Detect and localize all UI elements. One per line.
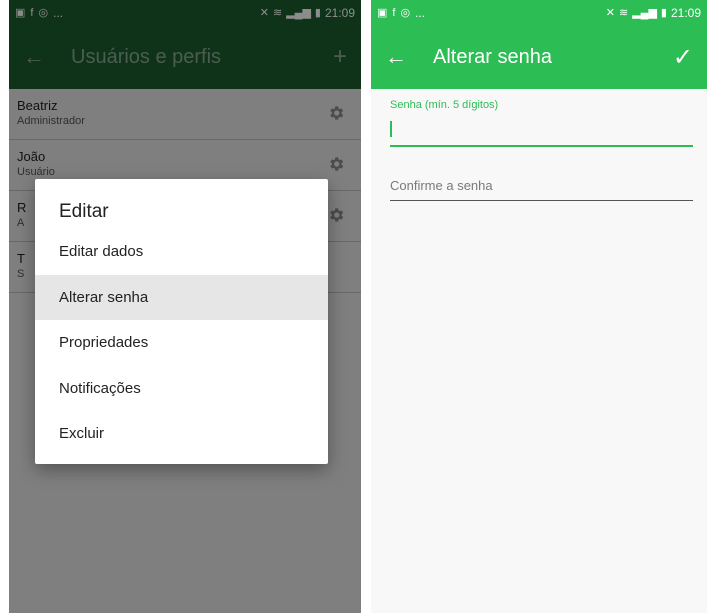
dialog-title: Editar: [59, 201, 109, 222]
status-bar: ▣ f ◎ ... ✕ ≋ ▂▄▆ ▮ 21:09: [371, 0, 707, 25]
confirm-password-field[interactable]: Confirme a senha: [390, 178, 693, 201]
wifi-icon: ≋: [618, 7, 629, 19]
image-notification-icon: ▣: [377, 7, 388, 19]
password-field[interactable]: Senha (mín. 5 dígitos): [390, 99, 693, 147]
mute-icon: ✕: [605, 7, 615, 19]
page-title: Alterar senha: [433, 45, 552, 68]
menu-item-propriedades[interactable]: Propriedades: [35, 320, 328, 366]
arrow-left-icon[interactable]: ←: [385, 44, 421, 70]
check-icon[interactable]: ✓: [673, 43, 693, 72]
signal-icon: ▂▄▆: [632, 7, 657, 19]
password-field-underline: [390, 145, 693, 147]
edit-dialog: Editar Editar dados Alterar senha Propri…: [35, 179, 328, 464]
menu-item-alterar-senha[interactable]: Alterar senha: [35, 274, 328, 320]
more-notifications: ...: [415, 5, 426, 20]
right-screen: ▣ f ◎ ... ✕ ≋ ▂▄▆ ▮ 21:09 ← Alterar senh…: [371, 0, 707, 613]
confirm-password-underline: [390, 200, 693, 201]
confirm-password-placeholder: Confirme a senha: [390, 178, 493, 193]
whatsapp-notification-icon: ◎: [400, 7, 411, 19]
password-field-label: Senha (mín. 5 dígitos): [390, 99, 499, 111]
battery-icon: ▮: [660, 7, 667, 19]
menu-item-excluir[interactable]: Excluir: [35, 411, 328, 457]
menu-item-notificacoes[interactable]: Notificações: [35, 366, 328, 412]
app-bar: ← Alterar senha ✓: [371, 25, 707, 89]
clock: 21:09: [670, 5, 701, 20]
menu-item-editar-dados[interactable]: Editar dados: [35, 229, 328, 275]
left-screen: ▣ f ◎ ... ✕ ≋ ▂▄▆ ▮ 21:09 ← Usuários e p…: [9, 0, 361, 613]
text-cursor: [390, 121, 392, 137]
facebook-notification-icon: f: [392, 6, 396, 19]
